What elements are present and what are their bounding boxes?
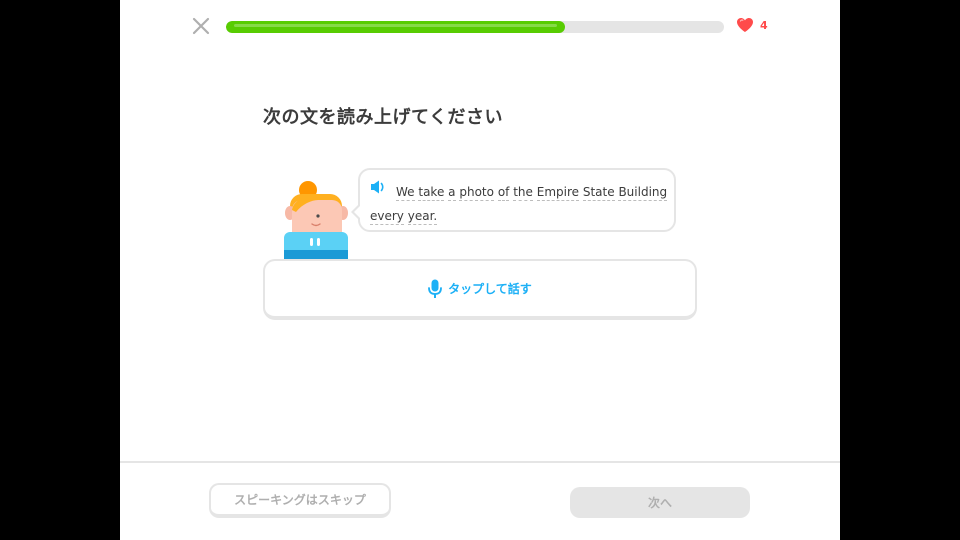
microphone-icon: [428, 279, 443, 298]
hearts-indicator[interactable]: 4: [736, 17, 768, 33]
lesson-progress-bar: [226, 21, 724, 33]
next-button[interactable]: 次へ: [570, 487, 750, 518]
sentence-word[interactable]: Building: [618, 185, 668, 201]
sentence-word[interactable]: We: [396, 185, 415, 201]
sentence-word[interactable]: State: [582, 185, 615, 201]
sentence-word[interactable]: every: [370, 209, 404, 225]
close-icon: [192, 17, 210, 35]
sentence-word[interactable]: of: [497, 185, 510, 201]
prompt-sentence: We take a photo of the Empire State Buil…: [370, 180, 670, 228]
tap-to-speak-button[interactable]: タップして話す: [263, 259, 697, 320]
sentence-word[interactable]: take: [418, 185, 445, 201]
sentence-word[interactable]: year.: [407, 209, 438, 225]
close-button[interactable]: [190, 15, 212, 37]
lesson-screen: 4 次の文を読み上げてください We take a photo of the E…: [120, 0, 840, 540]
skip-speaking-button[interactable]: スピーキングはスキップ: [209, 483, 391, 518]
heart-icon: [737, 18, 753, 32]
sentence-word[interactable]: the: [513, 185, 533, 201]
speech-bubble: We take a photo of the Empire State Buil…: [351, 168, 676, 232]
hearts-count: 4: [760, 18, 768, 32]
sentence-word[interactable]: a: [448, 185, 456, 201]
progress-fill: [226, 21, 565, 33]
sentence-word[interactable]: photo: [459, 185, 494, 201]
speaker-character-avatar: [284, 181, 348, 260]
challenge-instruction: 次の文を読み上げてください: [263, 107, 503, 128]
sentence-word[interactable]: Empire: [536, 185, 580, 201]
footer-divider: [120, 461, 840, 463]
tap-to-speak-label: タップして話す: [448, 282, 532, 296]
